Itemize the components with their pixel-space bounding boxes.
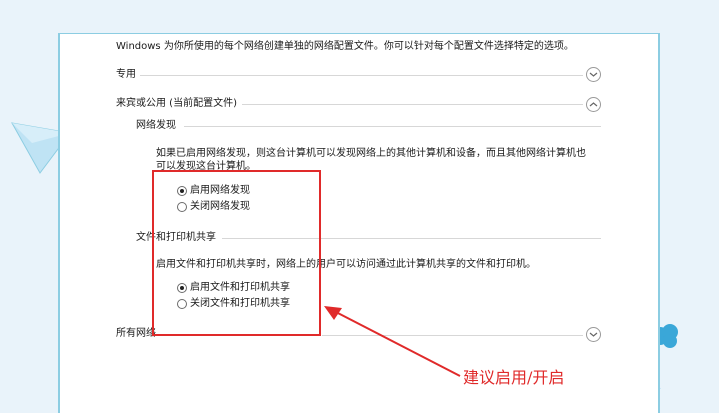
network-discovery-heading: 网络发现 (136, 120, 176, 131)
section-divider (140, 75, 583, 76)
collapse-guest-public-button[interactable] (586, 97, 601, 112)
section-all-networks-label[interactable]: 所有网络 (116, 327, 156, 340)
section-guest-public-label[interactable]: 来宾或公用 (当前配置文件) (116, 97, 237, 110)
heading-divider (184, 126, 601, 127)
intro-text: Windows 为你所使用的每个网络创建单独的网络配置文件。你可以针对每个配置文… (116, 41, 574, 52)
network-discovery-description-line1: 如果已启用网络发现，则这台计算机可以发现网络上的其他计算机和设备，而且其他网络计… (156, 148, 586, 159)
expand-private-button[interactable] (586, 67, 601, 82)
chevron-up-icon (589, 102, 598, 107)
section-private-label[interactable]: 专用 (116, 68, 136, 81)
section-divider (242, 104, 583, 105)
annotation-text: 建议启用/开启 (463, 368, 565, 387)
highlight-box (152, 170, 321, 336)
chevron-down-icon (589, 72, 598, 77)
expand-all-networks-button[interactable] (586, 327, 601, 342)
annotation-arrow-icon (324, 306, 461, 377)
chevron-down-icon (589, 332, 598, 337)
